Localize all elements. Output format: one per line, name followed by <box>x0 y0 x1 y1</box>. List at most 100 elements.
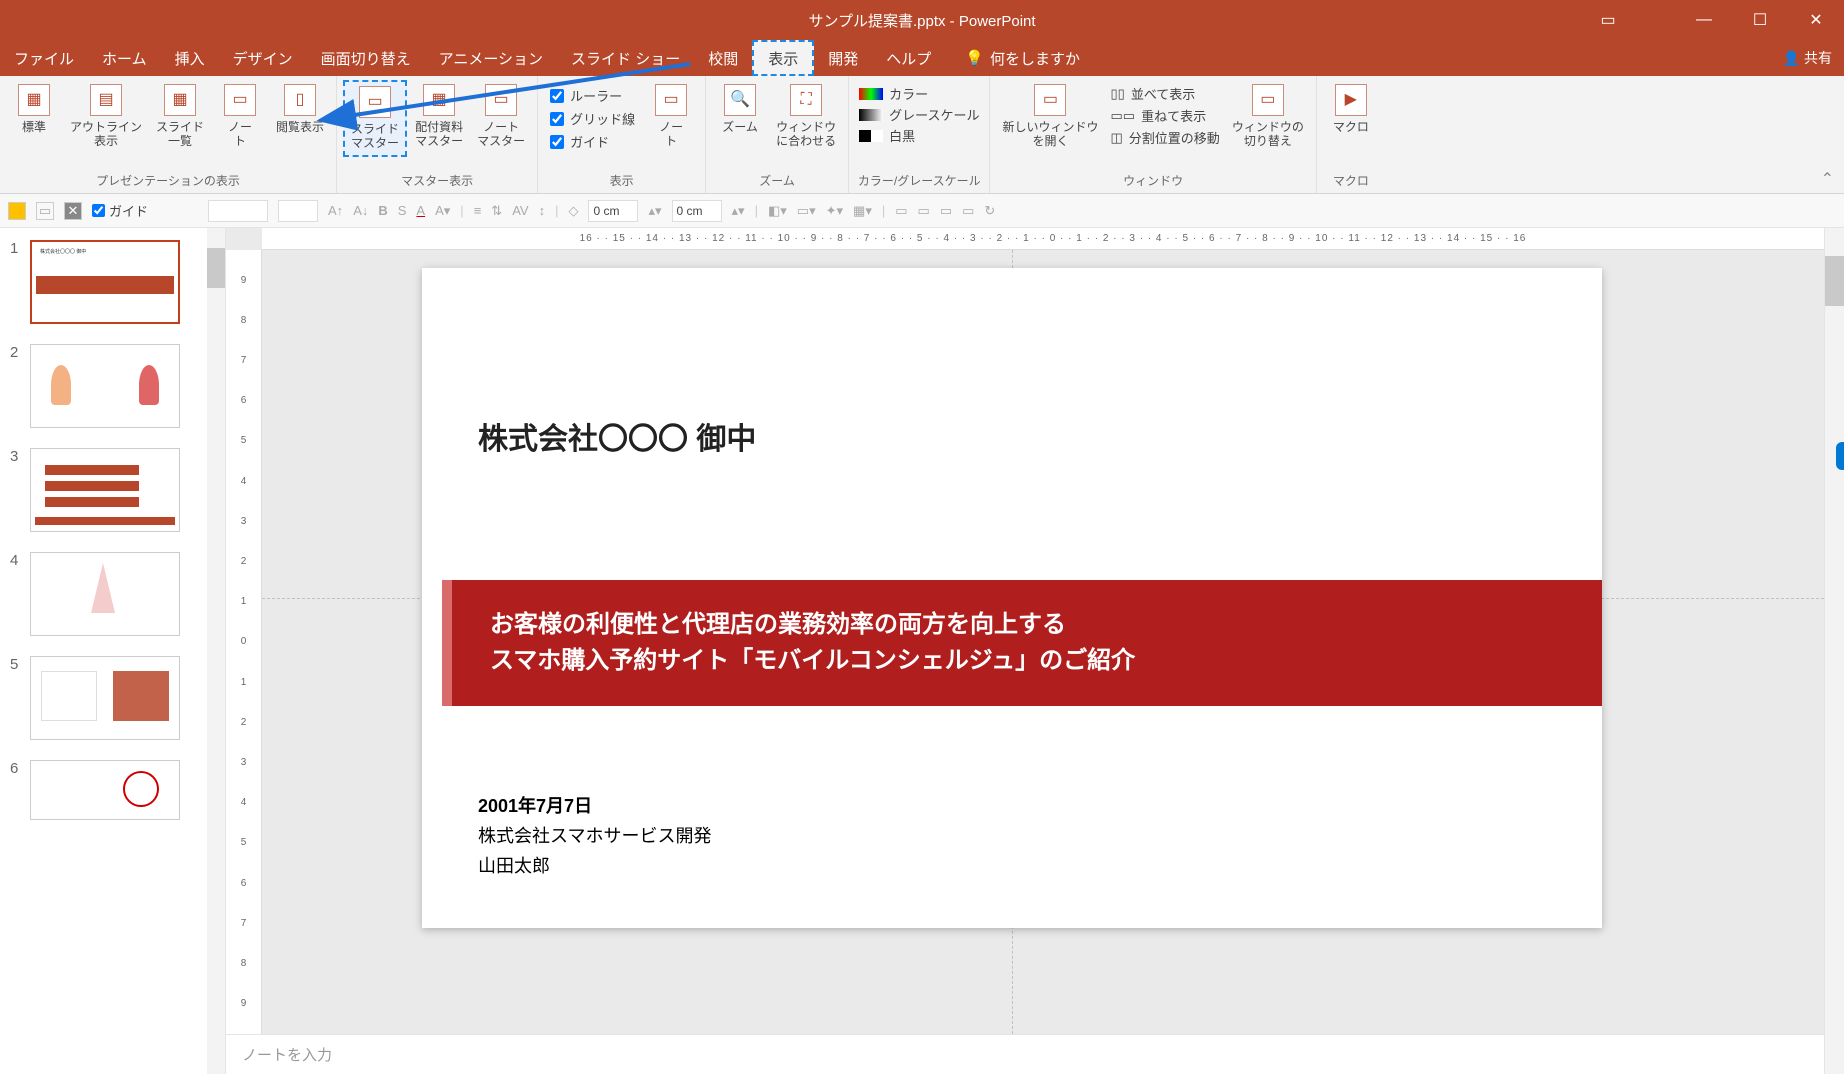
cascade-button[interactable]: ▭▭重ねて表示 <box>1111 106 1220 125</box>
normal-view-button[interactable]: ▦標準 <box>6 80 62 138</box>
slide-company: 株式会社スマホサービス開発 <box>478 822 711 848</box>
bring-forward-icon[interactable]: ▭ <box>895 203 907 219</box>
thumb-number: 3 <box>10 448 22 532</box>
send-backward-icon[interactable]: ▭ <box>918 203 930 219</box>
tab-developer[interactable]: 開発 <box>814 40 872 76</box>
color-button[interactable]: カラー <box>859 84 979 103</box>
collapse-ribbon-icon[interactable]: ⌃ <box>1821 169 1834 189</box>
shapes-icon[interactable]: ◇ <box>568 203 578 219</box>
slide-sorter-button[interactable]: ▦スライド 一覧 <box>150 80 210 153</box>
horizontal-ruler: 16 · · 15 · · 14 · · 13 · · 12 · · 11 · … <box>262 228 1844 250</box>
shape-effects-icon[interactable]: ✦▾ <box>826 203 843 219</box>
outline-view-button[interactable]: ▤アウトライン 表示 <box>64 80 148 153</box>
stepper-icon[interactable]: ▴▾ <box>648 203 661 219</box>
arrange-icon[interactable]: ▦▾ <box>853 203 872 219</box>
notes-master-button[interactable]: ▭ノート マスター <box>471 80 531 153</box>
line-spacing-icon[interactable]: ⇅ <box>491 203 502 219</box>
section-icon[interactable] <box>8 202 26 220</box>
group-label-zoom: ズーム <box>712 170 842 191</box>
fit-window-button[interactable]: ⛶ウィンドウ に合わせる <box>770 80 842 153</box>
thumb-number: 5 <box>10 656 22 740</box>
highlight-icon[interactable]: A▾ <box>435 203 450 219</box>
bw-button[interactable]: 白黒 <box>859 126 979 145</box>
tab-review[interactable]: 校閲 <box>694 40 752 76</box>
tell-me[interactable]: 💡 何をしますか <box>965 40 1080 76</box>
layout-icon[interactable]: ▭ <box>36 202 54 220</box>
macros-button[interactable]: ▶マクロ <box>1323 80 1379 138</box>
switch-windows-button[interactable]: ▭ウィンドウの 切り替え <box>1226 80 1310 153</box>
thumbnail-slide-3[interactable] <box>30 448 180 532</box>
tab-help[interactable]: ヘルプ <box>872 40 945 76</box>
arrange-all-button[interactable]: ▯▯並べて表示 <box>1111 84 1220 103</box>
slide-master-button[interactable]: ▭スライド マスター <box>343 80 407 157</box>
switch-windows-icon: ▭ <box>1252 84 1284 116</box>
new-window-button[interactable]: ▭新しいウィンドウ を開く <box>996 80 1104 153</box>
ribbon-group-window: ▭新しいウィンドウ を開く ▯▯並べて表示 ▭▭重ねて表示 ◫分割位置の移動 ▭… <box>990 76 1316 193</box>
notes-pane[interactable]: ノートを入力 <box>226 1034 1844 1074</box>
title-bar: サンプル提案書.pptx - PowerPoint ▭ — ☐ ✕ <box>0 0 1844 40</box>
move-split-button[interactable]: ◫分割位置の移動 <box>1111 128 1220 147</box>
zoom-button[interactable]: 🔍ズーム <box>712 80 768 138</box>
maximize-icon[interactable]: ☐ <box>1732 0 1788 40</box>
edit-area: 16 · · 15 · · 14 · · 13 · · 12 · · 11 · … <box>226 228 1844 1074</box>
thumbnail-slide-4[interactable] <box>30 552 180 636</box>
font-size-select[interactable] <box>278 200 318 222</box>
grayscale-button[interactable]: グレースケール <box>859 105 979 124</box>
slide-canvas[interactable]: 株式会社〇〇〇 御中 お客様の利便性と代理店の業務効率の両方を向上する スマホ購… <box>262 250 1844 1034</box>
thumbnail-scrollbar[interactable] <box>207 228 225 1074</box>
notes-button[interactable]: ▭ノー ト <box>643 80 699 153</box>
tab-file[interactable]: ファイル <box>0 40 88 76</box>
macros-icon: ▶ <box>1335 84 1367 116</box>
gridlines-checkbox[interactable]: グリッド線 <box>550 109 635 128</box>
strikethrough-icon[interactable]: S <box>398 203 407 218</box>
slide-content[interactable]: 株式会社〇〇〇 御中 お客様の利便性と代理店の業務効率の両方を向上する スマホ購… <box>422 268 1602 928</box>
tab-slideshow[interactable]: スライド ショー <box>557 40 694 76</box>
font-family-select[interactable] <box>208 200 268 222</box>
vertical-scrollbar[interactable] <box>1824 228 1844 1074</box>
group-icon[interactable]: ▭ <box>962 203 974 219</box>
increase-font-icon[interactable]: A↑ <box>328 203 343 218</box>
height-input[interactable]: 0 cm <box>672 200 722 222</box>
align-icon[interactable]: ≡ <box>474 203 482 218</box>
shape-outline-icon[interactable]: ▭▾ <box>797 203 816 219</box>
char-spacing-icon[interactable]: AV <box>512 203 528 218</box>
close-icon[interactable]: ✕ <box>1788 0 1844 40</box>
ribbon-display-icon[interactable]: ▭ <box>1580 0 1636 40</box>
text-direction-icon[interactable]: ↕ <box>539 203 546 218</box>
guide-checkbox[interactable]: ガイド <box>92 201 148 220</box>
tab-view[interactable]: 表示 <box>752 40 814 76</box>
thumbnail-slide-6[interactable] <box>30 760 180 820</box>
reading-view-button[interactable]: ▯閲覧表示 <box>270 80 330 138</box>
reset-icon[interactable]: ✕ <box>64 202 82 220</box>
share-icon: 👤 <box>1783 50 1800 67</box>
arrange-icon: ▯▯ <box>1111 86 1125 102</box>
thumbnail-slide-5[interactable] <box>30 656 180 740</box>
thumbnail-slide-1[interactable]: 株式会社〇〇〇 御中 <box>30 240 180 324</box>
tab-insert[interactable]: 挿入 <box>161 40 219 76</box>
share-button[interactable]: 👤 共有 <box>1783 40 1832 76</box>
stepper-icon[interactable]: ▴▾ <box>732 203 745 219</box>
tab-design[interactable]: デザイン <box>219 40 307 76</box>
group-label-master-views: マスター表示 <box>343 170 531 191</box>
decrease-font-icon[interactable]: A↓ <box>353 203 368 218</box>
tab-animations[interactable]: アニメーション <box>425 40 557 76</box>
font-color-icon[interactable]: A <box>416 203 425 218</box>
ruler-checkbox[interactable]: ルーラー <box>550 86 635 105</box>
handout-master-button[interactable]: ▦配付資料 マスター <box>409 80 469 153</box>
feedback-bubble-icon[interactable] <box>1836 442 1844 470</box>
guides-checkbox[interactable]: ガイド <box>550 132 635 151</box>
bold-icon[interactable]: B <box>378 203 387 218</box>
ribbon-group-macros: ▶マクロ マクロ <box>1317 76 1385 193</box>
group-label-presentation-views: プレゼンテーションの表示 <box>6 170 330 191</box>
thumb-number: 2 <box>10 344 22 428</box>
minimize-icon[interactable]: — <box>1676 0 1732 40</box>
tab-transitions[interactable]: 画面切り替え <box>307 40 425 76</box>
shape-fill-icon[interactable]: ◧▾ <box>768 203 787 219</box>
align-objects-icon[interactable]: ▭ <box>940 203 952 219</box>
rotate-icon[interactable]: ↻ <box>984 203 995 219</box>
thumbnail-slide-2[interactable] <box>30 344 180 428</box>
title-line-1: お客様の利便性と代理店の業務効率の両方を向上する <box>490 604 1066 639</box>
notes-page-button[interactable]: ▭ノー ト <box>212 80 268 153</box>
width-input[interactable]: 0 cm <box>588 200 638 222</box>
tab-home[interactable]: ホーム <box>88 40 161 76</box>
